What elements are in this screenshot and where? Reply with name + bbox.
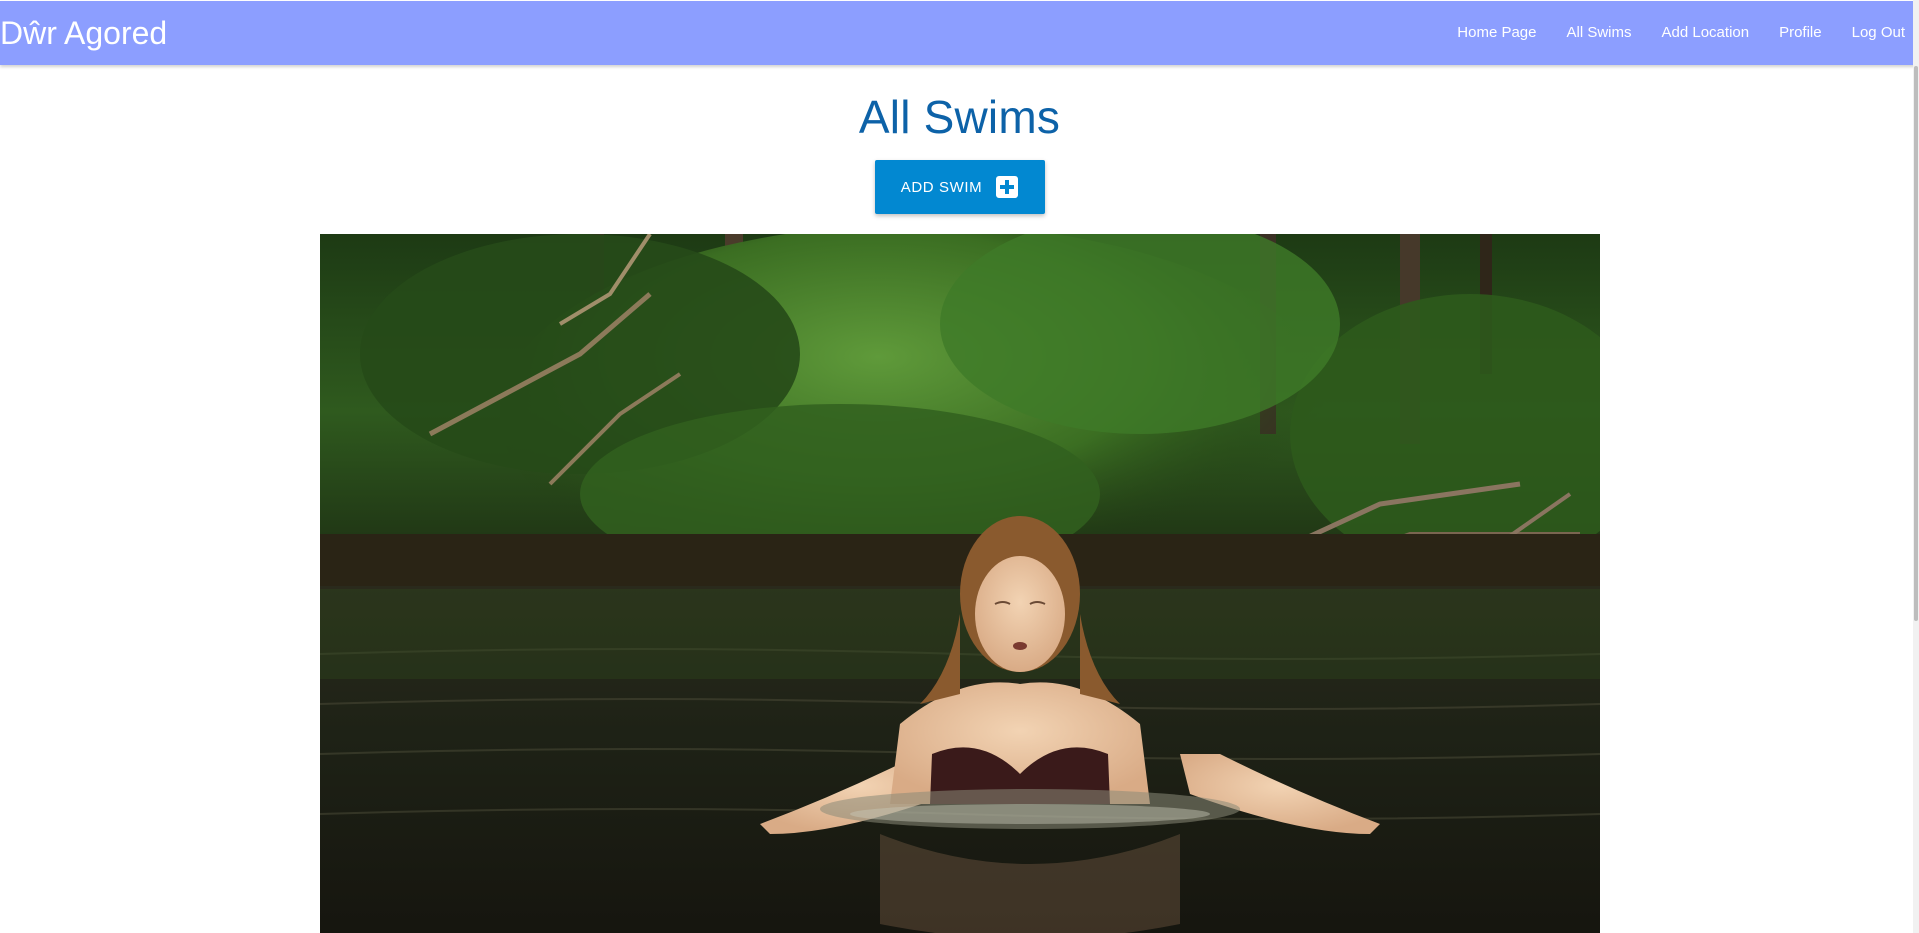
- nav-links: Home Page All Swims Add Location Profile…: [1442, 1, 1919, 65]
- top-navbar: Dŵr Agored Home Page All Swims Add Locat…: [0, 1, 1919, 65]
- page-title: All Swims: [858, 91, 1061, 143]
- add-swim-button-label: ADD SWIM: [900, 178, 983, 196]
- page: Dŵr Agored Home Page All Swims Add Locat…: [0, 0, 1919, 933]
- nav-add-location[interactable]: Add Location: [1647, 1, 1765, 65]
- scrollbar-thumb[interactable]: [1914, 66, 1918, 621]
- nav-profile[interactable]: Profile: [1764, 1, 1837, 65]
- nav-log-out[interactable]: Log Out: [1837, 1, 1905, 65]
- page-scrollbar[interactable]: [1913, 0, 1919, 933]
- nav-all-swims[interactable]: All Swims: [1552, 1, 1647, 65]
- plus-square-icon: [996, 176, 1019, 198]
- add-swim-button[interactable]: ADD SWIM: [874, 160, 1045, 214]
- nav-home-page[interactable]: Home Page: [1442, 1, 1551, 65]
- main-content: All Swims ADD SWIM: [0, 65, 1919, 214]
- brand-logo-link[interactable]: Dŵr Agored: [0, 1, 167, 65]
- swim-photo-illustration: [320, 234, 1600, 933]
- swim-photo[interactable]: [320, 234, 1600, 933]
